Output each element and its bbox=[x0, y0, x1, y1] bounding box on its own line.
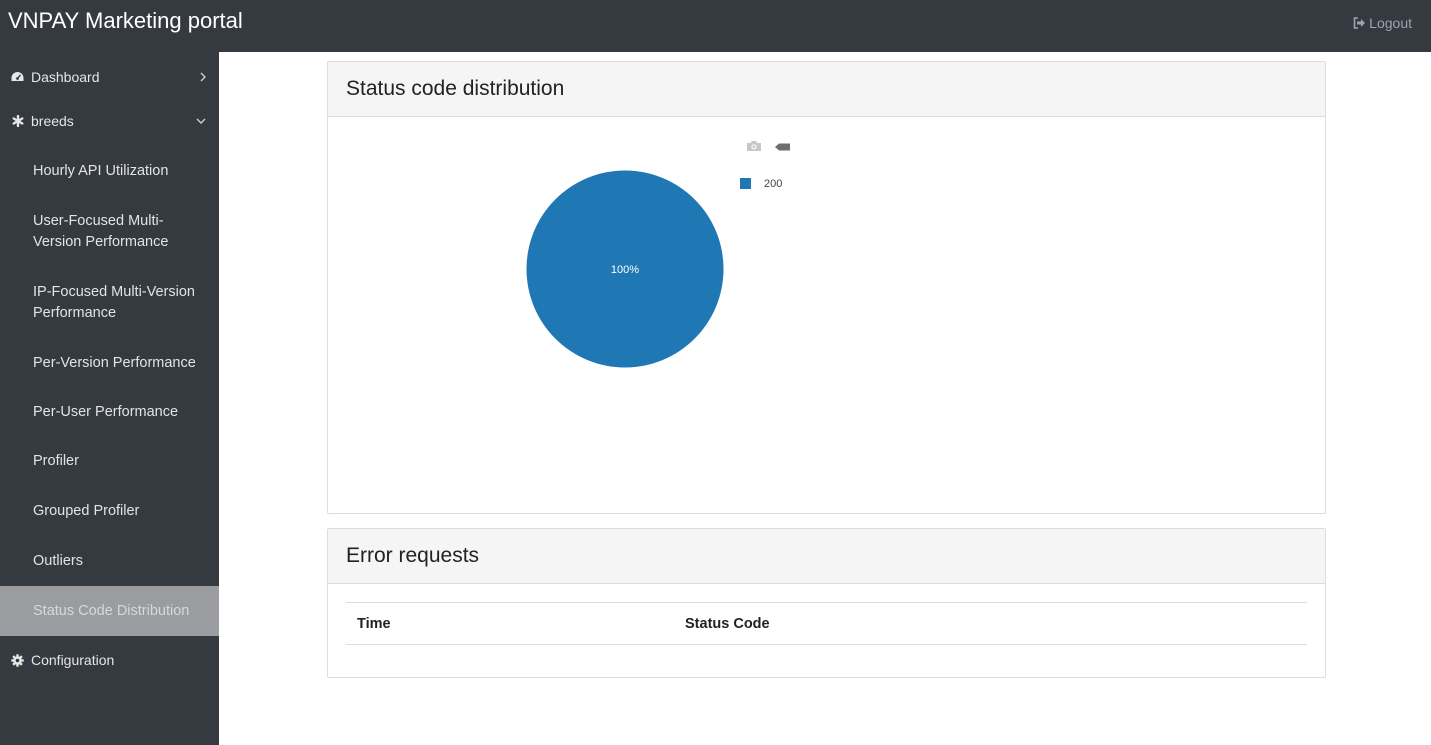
sidebar-item-configuration[interactable]: Configuration bbox=[0, 635, 219, 685]
status-code-panel: Status code distribution 100% 200 bbox=[327, 61, 1326, 514]
sidebar-item-status-code-distribution[interactable]: Status Code Distribution bbox=[0, 586, 219, 636]
sidebar-item-hourly-api-utilization[interactable]: Hourly API Utilization bbox=[0, 146, 219, 196]
chevron-right-icon bbox=[200, 52, 206, 102]
chevron-down-icon bbox=[196, 96, 206, 146]
sidebar-item-profiler[interactable]: Profiler bbox=[0, 436, 219, 486]
sidebar-item-ip-focused-multi-version-performance[interactable]: IP-Focused Multi-Version Performance bbox=[0, 267, 219, 338]
panel-title: Status code distribution bbox=[328, 62, 1325, 117]
error-requests-panel: Error requests Time Status Code bbox=[327, 528, 1326, 678]
sidebar-item-label: Per-Version Performance bbox=[33, 354, 196, 371]
pie-slice-label: 100% bbox=[611, 264, 639, 276]
sidebar-item-label: IP-Focused Multi-Version Performance bbox=[33, 283, 195, 321]
dashboard-icon bbox=[11, 71, 24, 84]
sidebar-item-label: Status Code Distribution bbox=[33, 602, 190, 619]
top-navbar: VNPAY Marketing portal Logout bbox=[0, 0, 1431, 52]
sidebar-item-dashboard[interactable]: Dashboard bbox=[0, 52, 219, 102]
sidebar-item-per-user-performance[interactable]: Per-User Performance bbox=[0, 387, 219, 437]
asterisk-icon bbox=[11, 115, 24, 128]
sidebar-item-label: Grouped Profiler bbox=[33, 502, 140, 519]
logout-label: Logout bbox=[1369, 15, 1412, 31]
main-content: Status code distribution 100% 200 Error r… bbox=[219, 52, 1431, 745]
sidebar-item-label: Dashboard bbox=[31, 69, 100, 85]
sidebar-item-label: Per-User Performance bbox=[33, 403, 179, 420]
logout-link[interactable]: Logout bbox=[1353, 15, 1412, 31]
legend-label[interactable]: 200 bbox=[764, 178, 782, 190]
sidebar-item-label: breeds bbox=[31, 113, 74, 129]
table-header-row: Time Status Code bbox=[346, 602, 1307, 645]
sidebar-item-label: Configuration bbox=[31, 652, 115, 668]
sidebar-item-breeds[interactable]: breeds bbox=[0, 96, 219, 146]
sidebar-item-grouped-profiler[interactable]: Grouped Profiler bbox=[0, 486, 219, 536]
sidebar-item-label: User-Focused Multi-Version Performance bbox=[33, 212, 169, 250]
column-header-status-code[interactable]: Status Code bbox=[674, 602, 1307, 645]
column-header-time[interactable]: Time bbox=[346, 602, 674, 645]
sidebar-item-label: Profiler bbox=[33, 452, 79, 469]
sidebar-item-user-focused-multi-version-performance[interactable]: User-Focused Multi-Version Performance bbox=[0, 196, 219, 267]
gear-icon bbox=[11, 653, 24, 667]
sidebar-item-outliers[interactable]: Outliers bbox=[0, 536, 219, 586]
app-title[interactable]: VNPAY Marketing portal bbox=[8, 8, 243, 34]
sign-out-icon bbox=[1353, 17, 1366, 29]
sidebar-item-label: Outliers bbox=[33, 552, 83, 569]
legend-swatch[interactable] bbox=[740, 178, 751, 189]
sidebar-item-label: Hourly API Utilization bbox=[33, 162, 169, 179]
sidebar-item-per-version-performance[interactable]: Per-Version Performance bbox=[0, 338, 219, 388]
panel-title: Error requests bbox=[328, 529, 1325, 584]
pie-chart: 100% 200 bbox=[526, 170, 782, 368]
error-requests-table: Time Status Code bbox=[346, 602, 1307, 645]
sidebar: Dashboard breeds Hourly API Utilization … bbox=[0, 52, 219, 745]
